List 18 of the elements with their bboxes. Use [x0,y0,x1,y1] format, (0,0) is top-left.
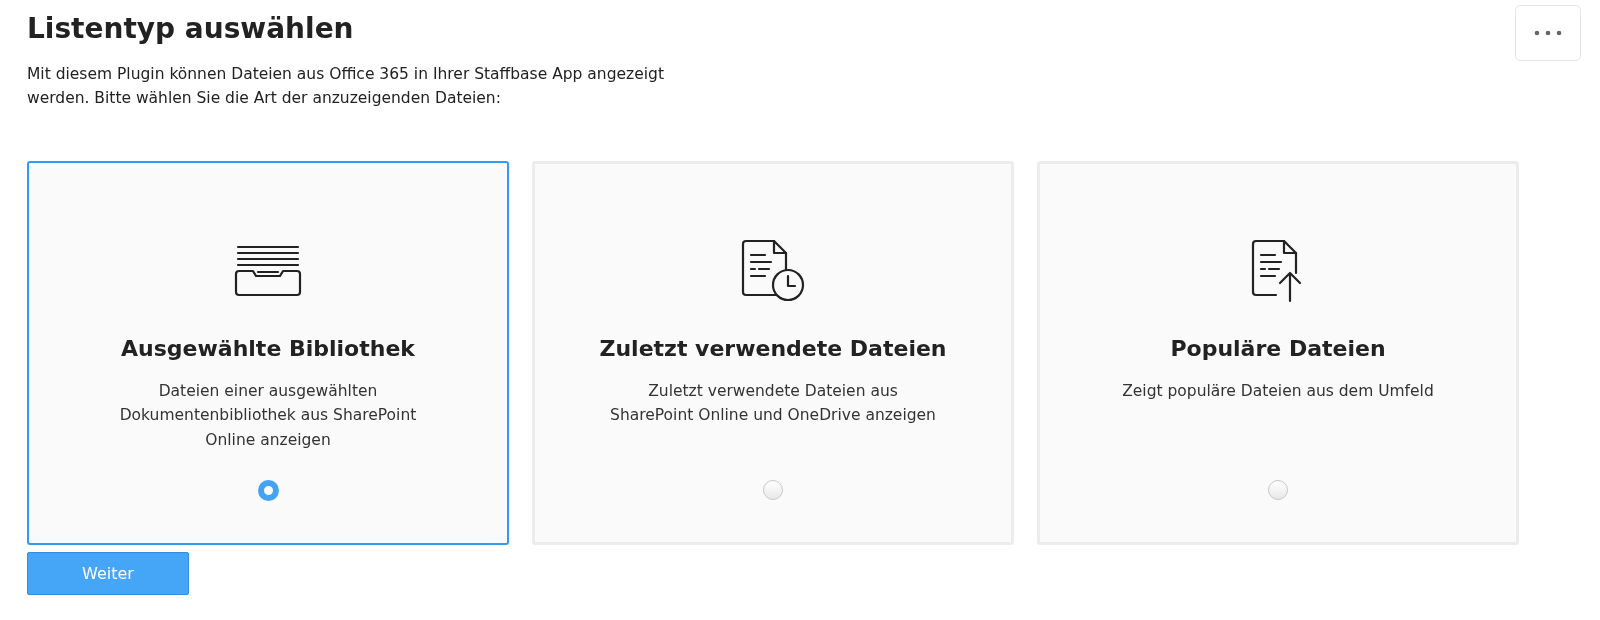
radio-button[interactable] [257,480,279,502]
page-title: Listentyp auswählen [27,12,354,46]
intro-text: Mit diesem Plugin können Dateien aus Office 365 in Ihrer Staffbase App angezeigt werden. Bitte wählen Sie die Art der anzuzeigenden Dateien: [27,63,665,110]
option-card[interactable]: Zuletzt verwendete Dateien Zuletzt verwendete Dateien aus SharePoint Online und OneDrive anzeigen [532,161,1014,546]
radio-button[interactable] [1268,480,1288,501]
document-clock-icon [740,239,806,304]
option-card[interactable]: Populäre Dateien Zeigt populäre Dateien aus dem Umfeld [1037,161,1519,546]
option-description: Zeigt populäre Dateien aus dem Umfeld [1121,380,1435,402]
option-title: Populäre Dateien [1170,336,1386,363]
more-button[interactable] [1515,5,1581,61]
more-icon [1534,30,1562,36]
option-title: Ausgewählte Bibliothek [121,336,415,363]
option-card[interactable]: Ausgewählte Bibliothek Dateien einer ausgewählten Dokumentenbibliothek aus SharePoint Online anzeigen [27,161,509,546]
option-description: Zuletzt verwendete Dateien aus SharePoint Online und OneDrive anzeigen [609,380,937,427]
radio-button[interactable] [763,480,783,501]
inbox-tray-icon [233,245,303,298]
option-description: Dateien einer ausgewählten Dokumentenbibliothek aus SharePoint Online anzeigen [118,380,418,452]
option-title: Zuletzt verwendete Dateien [599,336,947,363]
